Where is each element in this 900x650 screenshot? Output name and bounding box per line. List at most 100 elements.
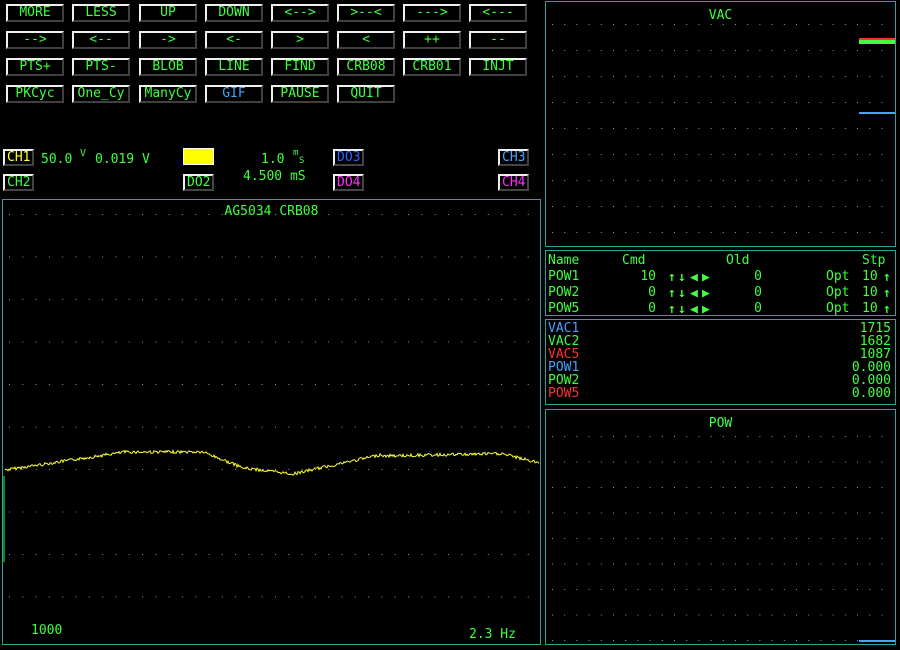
toolbar-button-arrow-12[interactable]: > [271,31,329,49]
up-arrow-icon[interactable]: ↑ [668,271,676,285]
control-name: POW1 [548,269,580,284]
toolbar-button-more-0[interactable]: MORE [6,4,64,22]
down-arrow-icon[interactable]: ↓ [678,287,686,301]
right-arrow-icon[interactable]: ▶ [702,271,710,285]
left-arrow-icon[interactable]: ◀ [690,287,698,301]
toolbar-button-gif-27[interactable]: GIF [205,85,263,103]
control-row: POW5 0 ↑ ↓ ◀ ▶ 0 Opt 10 ↑ [548,301,891,317]
toolbar-button-arrow-6[interactable]: ---> [403,4,461,22]
up-arrow-icon[interactable]: ↑ [668,303,676,317]
readout-row: POW5 0.000 [548,387,891,400]
do4-button[interactable]: DO4 [333,174,365,191]
scope-display[interactable]: AG5034 CRB08 1000 2.3 Hz [2,199,541,645]
control-row: POW1 10 ↑ ↓ ◀ ▶ 0 Opt 10 ↑ [548,269,891,285]
toolbar-button-pause-28[interactable]: PAUSE [271,85,329,103]
readout-value: 0.000 [851,386,891,401]
toolbar-button-crb08-21[interactable]: CRB08 [337,58,395,76]
timebase-unit-bottom: S [299,156,305,166]
do2-button[interactable]: DO2 [183,174,215,191]
opt-button[interactable]: Opt [826,270,849,284]
toolbar-button-crb01-22[interactable]: CRB01 [403,58,461,76]
ch1-button[interactable]: CH1 [3,149,35,166]
control-step-value[interactable]: 10 [862,286,878,300]
toolbar-button-arrow-4[interactable]: <--> [271,4,329,22]
toolbar-button-arrow-10[interactable]: -> [139,31,197,49]
ch1-trace [4,449,540,476]
toolbar-button-manycy-26[interactable]: ManyCy [139,85,197,103]
readout-row: POW1 0.000 [548,361,891,374]
control-header: Name Cmd Old Stp [548,254,891,268]
toolbar-button-arrow-13[interactable]: < [337,31,395,49]
toolbar-button-up-2[interactable]: UP [139,4,197,22]
control-old-value: 0 [754,285,762,300]
timebase-value: 1.0 [261,152,285,167]
toolbar-button-find-20[interactable]: FIND [271,58,329,76]
down-arrow-icon[interactable]: ↓ [678,303,686,317]
toolbar-button-plusplus-14[interactable]: ++ [403,31,461,49]
down-arrow-icon[interactable]: ↓ [678,271,686,285]
pow-title: POW [708,416,733,431]
control-row: POW2 0 ↑ ↓ ◀ ▶ 0 Opt 10 ↑ [548,285,891,301]
step-up-arrow-icon[interactable]: ↑ [883,303,891,317]
toolbar-button-pts-17[interactable]: PTS- [72,58,130,76]
vac-title: VAC [708,8,733,23]
toolbar-button-quit-29[interactable]: QUIT [337,85,395,103]
control-name: POW5 [548,301,580,316]
toolbar-button-blob-18[interactable]: BLOB [139,58,197,76]
readout-name: POW5 [548,386,580,401]
toolbar-button-arrow-7[interactable]: <--- [469,4,527,22]
toolbar-button-pkcyc-24[interactable]: PKCyc [6,85,64,103]
control-cmd-value[interactable]: 0 [632,302,656,316]
ch1-color-swatch[interactable] [183,148,214,165]
toolbar-button-down-3[interactable]: DOWN [205,4,263,22]
left-arrow-icon[interactable]: ◀ [690,303,698,317]
readout-row: VAC2 1682 [548,335,891,348]
ch1-offset: 0.019 V [95,152,150,167]
right-arrow-icon[interactable]: ▶ [702,303,710,317]
opt-button[interactable]: Opt [826,286,849,300]
readout-row: POW2 0.000 [548,374,891,387]
scope-title: AG5034 CRB08 [224,204,319,219]
toolbar-button-injt-23[interactable]: INJT [469,58,527,76]
points-label: 1000 [31,623,63,638]
toolbar-button-arrow-9[interactable]: <-- [72,31,130,49]
header-name: Name [548,253,580,268]
toolbar-button-ptsplus-16[interactable]: PTS+ [6,58,64,76]
ch1-scale: 50.0 [41,152,73,167]
header-stp: Stp [862,253,886,268]
do3-button[interactable]: DO3 [333,149,365,166]
ch1-scale-unit: V [80,148,87,159]
left-arrow-icon[interactable]: ◀ [690,271,698,285]
control-old-value: 0 [754,269,762,284]
control-table: Name Cmd Old Stp POW1 10 ↑ ↓ ◀ ▶ 0 Opt 10 ↑ POW2 0 ↑… [545,250,896,317]
toolbar-button-arrow-5[interactable]: >--< [337,4,395,22]
vac-plot[interactable]: VAC [545,1,896,247]
control-old-value: 0 [754,301,762,316]
up-arrow-icon[interactable]: ↑ [668,287,676,301]
header-cmd: Cmd [622,253,646,268]
ch4-button[interactable]: CH4 [498,174,530,191]
ch2-button[interactable]: CH2 [3,174,35,191]
step-up-arrow-icon[interactable]: ↑ [883,287,891,301]
control-step-value[interactable]: 10 [862,270,878,284]
toolbar-button-one-cy-25[interactable]: One_Cy [72,85,130,103]
ch3-button[interactable]: CH3 [498,149,530,166]
toolbar-button-arrow-11[interactable]: <- [205,31,263,49]
opt-button[interactable]: Opt [826,302,849,316]
readout-panel: VAC1 1715 VAC2 1682 VAC5 1087 POW1 0.000 POW2 0.0… [545,319,896,405]
right-arrow-icon[interactable]: ▶ [702,287,710,301]
pow-grid [552,436,895,642]
step-up-arrow-icon[interactable]: ↑ [883,271,891,285]
toolbar-button-arrow-15[interactable]: -- [469,31,527,49]
control-step-value[interactable]: 10 [862,302,878,316]
delay-value: 4.500 mS [243,169,306,184]
header-old: Old [726,253,750,268]
timebase-unit-top: m [293,148,299,158]
toolbar-button-less-1[interactable]: LESS [72,4,130,22]
toolbar-button-line-19[interactable]: LINE [205,58,263,76]
pow-plot[interactable]: POW [545,409,896,645]
toolbar-button-arrow-8[interactable]: --> [6,31,64,49]
control-cmd-value[interactable]: 0 [632,286,656,300]
vac-grid [552,24,895,233]
control-cmd-value[interactable]: 10 [632,270,656,284]
